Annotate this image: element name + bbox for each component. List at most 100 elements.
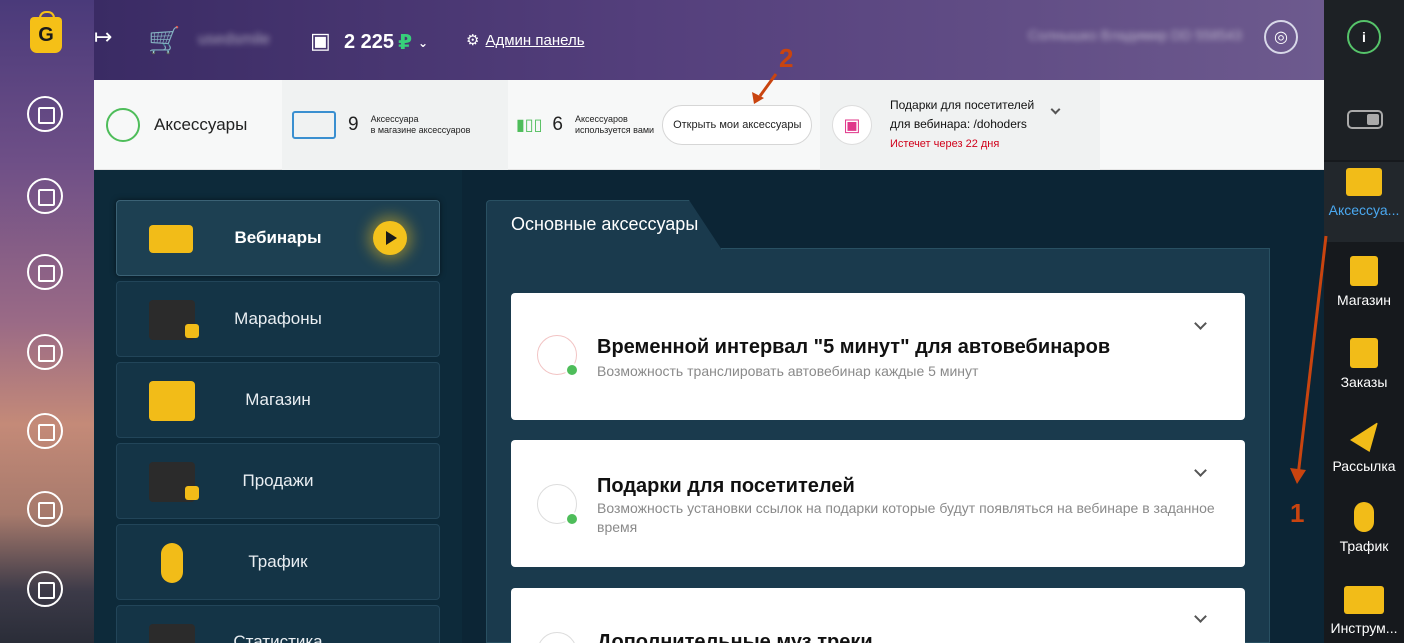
menu-item-traffic[interactable]: Трафик [116,524,440,600]
menu-item-label: Трафик [248,552,308,571]
webinar-thumbnail-icon [149,225,193,253]
timer-icon [537,335,579,377]
category-menu: Вебинары Марафоны Магазин Продажи Трафик… [94,170,462,643]
chevron-down-icon[interactable] [1050,104,1061,115]
store-label-2: в магазине аксессуаров [370,125,471,135]
rail-item-label: Магазин [1336,292,1391,308]
menu-item-label: Вебинары [234,228,322,247]
main-area: Вебинары Марафоны Магазин Продажи Трафик… [94,170,1324,643]
chevron-down-icon: ⌄ [417,35,429,50]
gift-title-2: для вебинара: /dohoders [890,117,1027,131]
paper-plane-icon [1350,422,1378,452]
chevron-down-icon[interactable] [1194,610,1207,623]
menu-item-webinars[interactable]: Вебинары [116,200,440,276]
rail-item-label: Трафик [1339,538,1389,554]
rail-item-mailing[interactable]: Рассылка [1324,422,1404,474]
play-icon[interactable] [373,221,407,255]
rail-item-traffic[interactable]: Трафик [1324,502,1404,554]
mouse-icon [161,543,183,583]
wallet-icon: ▣ [310,28,331,53]
fingerprint-icon[interactable]: ◎ [1264,20,1298,54]
card-title: Дополнительные муз треки [597,631,873,643]
menu-item-label: Статистика [233,632,323,643]
top-bar: ↦ 🛒 usedsmile ▣ 2 225 ₽ ⌄ ⚙ Админ панель… [94,0,1324,80]
menu-item-statistics[interactable]: Статистика [116,605,440,643]
used-count: 6 [552,114,563,135]
package-icon [1350,338,1378,368]
gift-icon: ▣ [832,105,872,145]
gear-icon: ⚙ [466,32,480,49]
gifts-status-block[interactable]: ▣ Подарки для посетителей для вебинара: … [820,80,1100,170]
profile-card-nav-icon[interactable] [27,413,63,449]
card-title: Временной интервал "5 минут" для автовеб… [597,336,1111,358]
rail-item-orders[interactable]: Заказы [1324,338,1404,390]
rail-item-label: Инструм... [1330,620,1398,636]
menu-item-sales[interactable]: Продажи [116,443,440,519]
chevron-down-icon[interactable] [1194,317,1207,330]
shopping-bag-icon [149,381,195,421]
card-description: Возможность установки ссылок на подарки … [597,500,1215,535]
rail-item-accessories[interactable]: Аксессуа... [1324,162,1404,242]
rail-item-label: Аксессуа... [1328,202,1400,218]
rail-item-store[interactable]: Магазин [1324,256,1404,308]
store-accessories-stat: 9 Аксессуара в магазине аксессуаров [282,80,508,170]
gift-icon [537,484,579,526]
annotation-label-2: 2 [779,43,794,73]
store-label-1: Аксессуара [370,114,419,124]
used-label-2: используется вами [575,125,655,135]
sub-header: Аксессуары 9 Аксессуара в магазине аксесс… [94,80,1324,170]
menu-item-label: Магазин [245,390,311,409]
accessories-icon [106,108,140,142]
currency-sign: ₽ [398,32,412,54]
toolbox-icon [1344,586,1384,614]
menu-item-marathons[interactable]: Марафоны [116,281,440,357]
accessory-card-gifts[interactable]: Подарки для посетителей Возможность уста… [511,440,1245,567]
card-description: Возможность транслировать автовебинар ка… [597,363,979,379]
info-icon[interactable]: i [1347,20,1381,54]
wallet-coins-icon [149,462,199,502]
calendar-nav-icon[interactable] [27,254,63,290]
username: usedsmile [198,31,271,48]
left-sidebar: G [0,0,94,643]
section-title-block: Аксессуары [106,80,282,170]
cart-icon[interactable]: 🛒 [148,25,180,56]
balance-dropdown[interactable]: 2 225 ₽ ⌄ [344,30,428,55]
accessory-card-5min[interactable]: Временной интервал "5 минут" для автовеб… [511,293,1245,420]
admin-panel-label: Админ панель [485,31,585,49]
menu-item-label: Продажи [242,471,314,490]
gift-title-1: Подарки для посетителей [890,98,1035,112]
shopping-bag-icon [1350,256,1378,286]
monitor-add-icon [292,111,336,139]
annotation-label-1: 1 [1290,498,1305,528]
menu-item-store[interactable]: Магазин [116,362,440,438]
accessories-icon [1346,168,1382,196]
account-name: Солнышко Владимир DD 558543 [1028,27,1242,43]
music-icon [537,632,577,643]
accessory-card-music[interactable]: Дополнительные муз треки [511,588,1245,643]
accessories-nav-icon[interactable] [27,96,63,132]
open-my-accessories-button[interactable]: Открыть мои аксессуары [662,105,813,145]
page-title: Аксессуары [154,115,248,134]
calendar-star-nav-icon[interactable] [27,571,63,607]
rail-item-tools[interactable]: Инструм... [1324,586,1404,636]
card-title: Подарки для посетителей [597,475,855,497]
rail-item-label: Рассылка [1332,458,1396,474]
gift-expiry: Истечет через 22 дня [890,138,1000,150]
store-count: 9 [348,114,359,135]
admin-panel-link[interactable]: ⚙ Админ панель [466,31,585,50]
tab-main-accessories[interactable]: Основные аксессуары [486,200,722,250]
usage-bars-icon: ▮▯▯ [516,117,543,134]
menu-item-label: Марафоны [234,309,322,328]
balance-value: 2 225 [344,31,395,53]
schedule-nav-icon[interactable] [27,334,63,370]
statistics-icon [149,624,195,643]
document-nav-icon[interactable] [27,491,63,527]
webinar-add-nav-icon[interactable] [27,178,63,214]
chevron-down-icon[interactable] [1194,464,1207,477]
toggle-icon[interactable] [1347,110,1383,129]
marathon-thumbnail-icon [149,300,199,340]
mouse-icon [1354,502,1374,532]
logout-icon[interactable]: ↦ [94,24,112,50]
rail-item-label: Заказы [1340,374,1388,390]
app-logo-icon[interactable]: G [30,11,62,53]
